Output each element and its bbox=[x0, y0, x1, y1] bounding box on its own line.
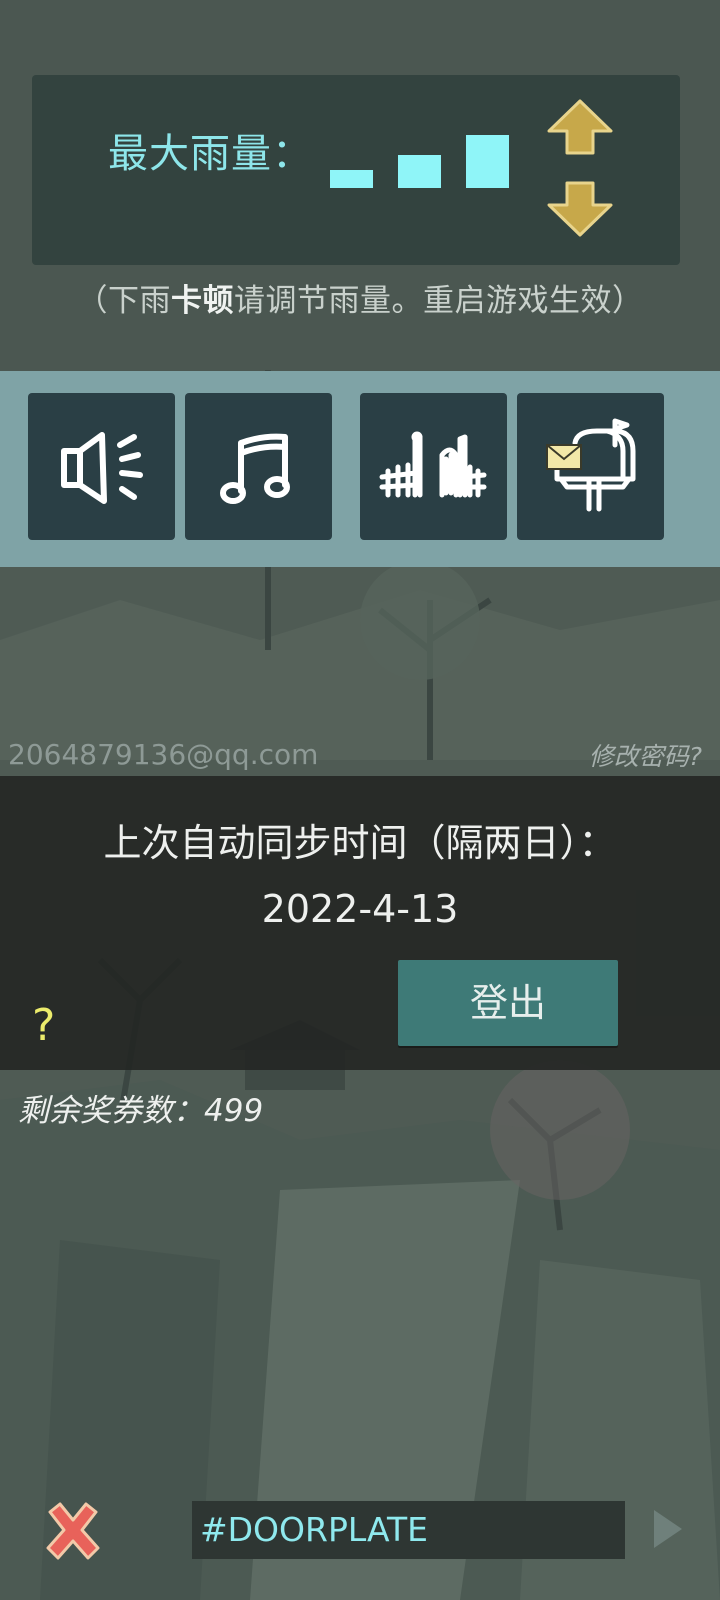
rain-level-3-bar[interactable] bbox=[466, 135, 509, 188]
music-button[interactable] bbox=[185, 393, 332, 540]
settings-toolbar bbox=[0, 371, 720, 567]
tickets-label: 剩余奖券数： bbox=[18, 1093, 204, 1129]
music-icon bbox=[220, 433, 290, 504]
sync-date: 2022-4-13 bbox=[261, 887, 459, 931]
tickets-count: 499 bbox=[204, 1093, 264, 1129]
rain-level-2-bar[interactable] bbox=[398, 155, 441, 188]
doorplate-input[interactable]: #DOORPLATE bbox=[192, 1501, 625, 1559]
sound-icon bbox=[61, 432, 143, 504]
logout-button[interactable]: 登出 bbox=[398, 960, 618, 1046]
arrow-down-icon[interactable] bbox=[545, 179, 615, 239]
help-question-button[interactable]: ? bbox=[32, 1000, 55, 1051]
hint-before: （下雨 bbox=[76, 283, 171, 319]
fence-button[interactable] bbox=[360, 393, 507, 540]
rain-level-1-bar[interactable] bbox=[330, 170, 373, 188]
mailbox-icon bbox=[546, 418, 636, 512]
sound-button[interactable] bbox=[28, 393, 175, 540]
sync-panel: 上次自动同步时间（隔两日）： 2022-4-13 登出 ? bbox=[0, 776, 720, 1070]
change-password-link[interactable]: 修改密码? bbox=[589, 737, 702, 773]
max-rain-label: 最大雨量： bbox=[108, 131, 313, 177]
send-arrow-icon[interactable] bbox=[648, 1506, 688, 1552]
arrow-up-icon[interactable] bbox=[545, 97, 615, 157]
close-icon[interactable] bbox=[40, 1498, 106, 1564]
remaining-tickets: 剩余奖券数：499 bbox=[18, 1085, 263, 1130]
account-email: 2064879136@qq.com bbox=[8, 738, 319, 771]
mailbox-button[interactable] bbox=[517, 393, 664, 540]
fence-gate-icon bbox=[379, 431, 487, 498]
sync-title: 上次自动同步时间（隔两日）： bbox=[103, 821, 617, 865]
hint-bold: 卡顿 bbox=[171, 283, 234, 319]
rain-hint-text: （下雨卡顿请调节雨量。重启游戏生效） bbox=[0, 275, 720, 320]
hint-after: 请调节雨量。重启游戏生效） bbox=[234, 283, 644, 319]
max-rain-panel: 最大雨量： bbox=[32, 75, 680, 265]
